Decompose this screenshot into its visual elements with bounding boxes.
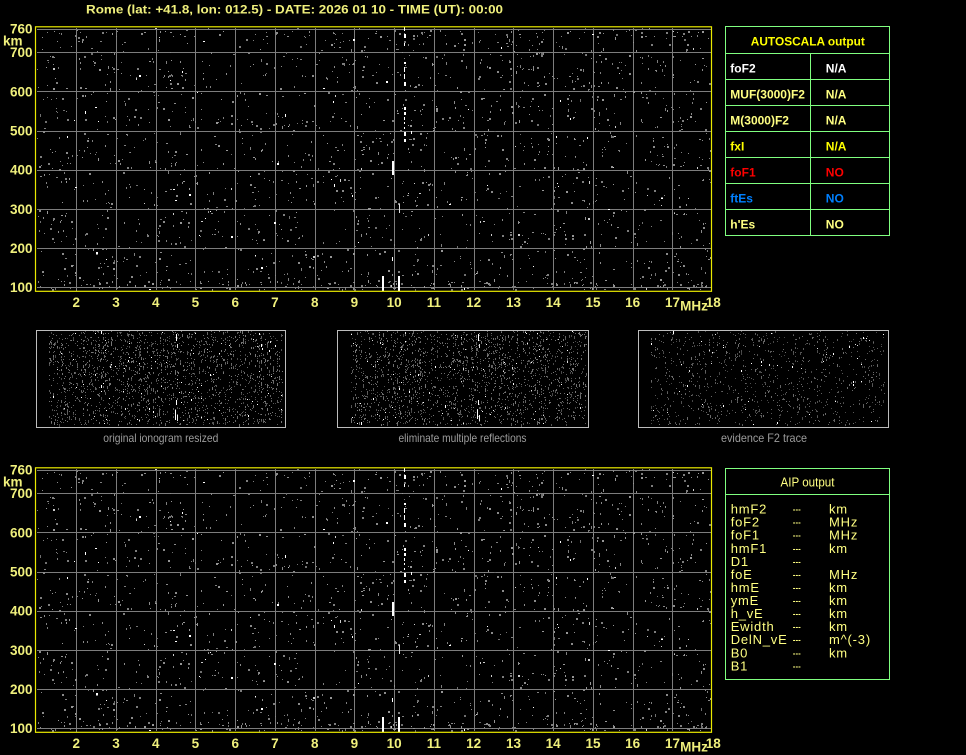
- svg-text:300: 300: [10, 643, 33, 658]
- svg-text:2: 2: [72, 736, 80, 751]
- svg-text:B1: B1: [731, 658, 749, 673]
- svg-text:8: 8: [311, 295, 319, 310]
- svg-text:13: 13: [506, 736, 522, 751]
- svg-text:300: 300: [10, 202, 33, 217]
- svg-text:3: 3: [112, 295, 120, 310]
- svg-text:600: 600: [10, 84, 33, 99]
- svg-text:AUTOSCALA output: AUTOSCALA output: [751, 35, 865, 49]
- svg-text:8: 8: [311, 736, 319, 751]
- svg-text:700: 700: [10, 486, 33, 501]
- svg-text:MUF(3000)F2: MUF(3000)F2: [730, 88, 805, 102]
- svg-text:N/A: N/A: [826, 62, 847, 76]
- svg-text:4: 4: [152, 295, 160, 310]
- svg-text:7: 7: [271, 295, 279, 310]
- svg-text:N/A: N/A: [826, 140, 847, 154]
- svg-text:N/A: N/A: [826, 114, 847, 128]
- svg-text:5: 5: [192, 295, 200, 310]
- svg-text:16: 16: [625, 295, 641, 310]
- svg-text:100: 100: [10, 280, 33, 295]
- svg-text:MHz: MHz: [680, 299, 708, 314]
- svg-text:6: 6: [231, 736, 239, 751]
- svg-text:Rome (lat: +41.8, lon: 012.5): Rome (lat: +41.8, lon: 012.5) - DATE: 20…: [86, 3, 503, 17]
- svg-text:5: 5: [192, 736, 200, 751]
- svg-text:17: 17: [665, 736, 680, 751]
- svg-text:9: 9: [351, 295, 359, 310]
- svg-text:14: 14: [546, 736, 562, 751]
- svg-text:NO: NO: [826, 192, 844, 206]
- svg-text:foF1: foF1: [730, 166, 756, 180]
- svg-text:400: 400: [10, 163, 33, 178]
- svg-text:km: km: [829, 541, 848, 556]
- svg-text:600: 600: [10, 525, 33, 540]
- svg-text:15: 15: [585, 295, 601, 310]
- svg-text:100: 100: [10, 721, 33, 736]
- svg-text:6: 6: [231, 295, 239, 310]
- svg-text:N/A: N/A: [826, 88, 847, 102]
- svg-text:500: 500: [10, 565, 33, 580]
- svg-text:12: 12: [466, 295, 481, 310]
- svg-text:18: 18: [706, 295, 722, 310]
- svg-text:3: 3: [112, 736, 120, 751]
- svg-text:18: 18: [706, 736, 722, 751]
- svg-text:eliminate multiple reflections: eliminate multiple reflections: [399, 431, 527, 445]
- svg-text:7: 7: [271, 736, 279, 751]
- svg-text:M(3000)F2: M(3000)F2: [730, 114, 789, 128]
- svg-text:AIP output: AIP output: [781, 474, 835, 489]
- svg-text:14: 14: [546, 295, 562, 310]
- svg-text:12: 12: [466, 736, 481, 751]
- svg-text:500: 500: [10, 124, 33, 139]
- svg-text:NO: NO: [826, 166, 844, 180]
- svg-text:11: 11: [427, 295, 442, 310]
- svg-text:400: 400: [10, 604, 33, 619]
- svg-text:200: 200: [10, 241, 33, 256]
- svg-text:10: 10: [387, 295, 402, 310]
- svg-text:15: 15: [585, 736, 601, 751]
- svg-text:10: 10: [387, 736, 402, 751]
- svg-text:---: ---: [793, 658, 801, 673]
- svg-text:9: 9: [351, 736, 359, 751]
- svg-text:original ionogram resized: original ionogram resized: [103, 431, 218, 445]
- svg-text:h'Es: h'Es: [730, 218, 755, 232]
- svg-text:700: 700: [10, 45, 33, 60]
- svg-text:200: 200: [10, 682, 33, 697]
- svg-text:2: 2: [72, 295, 80, 310]
- svg-text:fxI: fxI: [730, 140, 744, 154]
- svg-text:11: 11: [427, 736, 442, 751]
- svg-text:ftEs: ftEs: [730, 192, 753, 206]
- svg-text:4: 4: [152, 736, 160, 751]
- svg-text:MHz: MHz: [680, 740, 708, 755]
- svg-text:evidence F2 trace: evidence F2 trace: [721, 431, 807, 445]
- svg-text:NO: NO: [826, 218, 844, 232]
- svg-text:km: km: [829, 645, 848, 660]
- svg-text:16: 16: [625, 736, 641, 751]
- svg-text:foF2: foF2: [730, 62, 756, 76]
- svg-text:17: 17: [665, 295, 680, 310]
- svg-text:13: 13: [506, 295, 522, 310]
